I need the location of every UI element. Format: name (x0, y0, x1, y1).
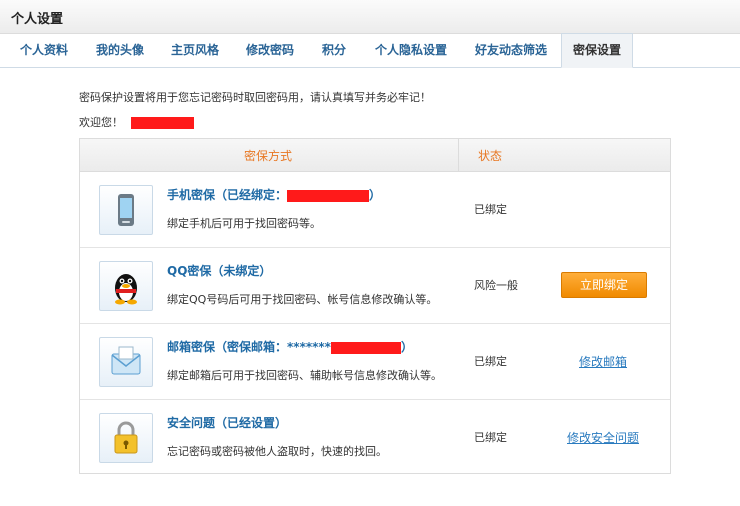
tab-privacy[interactable]: 个人隐私设置 (375, 34, 447, 67)
bind-now-button[interactable]: 立即绑定 (561, 272, 647, 298)
phone-title-prefix: 手机密保（已经绑定： (167, 188, 288, 202)
phone-desc: 绑定手机后可用于找回密码等。 (167, 217, 321, 230)
welcome-line: 欢迎您！ (79, 114, 194, 130)
email-title-suffix: ） (400, 340, 413, 354)
email-title-mask: ******* (287, 340, 331, 354)
redacted-username (130, 117, 194, 129)
tab-points[interactable]: 积分 (322, 34, 346, 67)
tab-change-password[interactable]: 修改密码 (246, 34, 294, 67)
email-title-prefix: 邮箱密保（密保邮箱： (167, 340, 288, 354)
header-method: 密保方式 (244, 149, 293, 163)
change-email-link[interactable]: 修改邮箱 (579, 353, 627, 370)
qq-title: QQ密保（未绑定） (167, 264, 272, 278)
redacted-phone (287, 189, 370, 202)
table-header: 密保方式 状态 (80, 139, 670, 172)
tab-security-settings[interactable]: 密保设置 (561, 33, 634, 68)
qq-status: 风险一般 (474, 279, 518, 292)
header-status: 状态 (478, 149, 503, 163)
qq-desc: 绑定QQ号码后可用于找回密码、帐号信息修改确认等。 (167, 293, 438, 306)
table-row-qq: QQ密保（未绑定） 绑定QQ号码后可用于找回密码、帐号信息修改确认等。 风险一般… (80, 248, 670, 324)
page-title: 个人设置 (11, 12, 64, 27)
tab-friend-feed-filter[interactable]: 好友动态筛选 (475, 34, 547, 67)
tab-bar: 个人资料 我的头像 主页风格 修改密码 积分 个人隐私设置 好友动态筛选 密保设… (0, 33, 740, 68)
title-bar: 个人设置 (0, 0, 740, 34)
change-security-question-link[interactable]: 修改安全问题 (567, 429, 639, 446)
qq-penguin-icon (99, 261, 153, 311)
phone-status: 已绑定 (474, 203, 507, 216)
header-divider (458, 139, 459, 171)
table-row-security-question: 安全问题（已经设置） 忘记密码或密码被他人盗取时，快速的找回。 已绑定 修改安全… (80, 400, 670, 475)
security-table: 密保方式 状态 手机密保（已经绑定： ） 绑定手机后可用于找回密码等。 已绑定 Q… (79, 138, 671, 474)
redacted-email (330, 341, 401, 354)
lock-icon (99, 413, 153, 463)
security-question-title: 安全问题（已经设置） (167, 416, 288, 430)
tab-homepage-style[interactable]: 主页风格 (171, 34, 219, 67)
tab-profile[interactable]: 个人资料 (20, 34, 68, 67)
intro-text: 密码保护设置将用于您忘记密码时取回密码用，请认真填写并务必牢记！ (79, 91, 431, 104)
tab-avatar[interactable]: 我的头像 (96, 34, 144, 67)
phone-title: 手机密保（已经绑定： ） (167, 186, 381, 203)
table-row-phone: 手机密保（已经绑定： ） 绑定手机后可用于找回密码等。 已绑定 (80, 172, 670, 248)
email-title: 邮箱密保（密保邮箱：******* ） (167, 338, 413, 355)
security-question-desc: 忘记密码或密码被他人盗取时，快速的找回。 (167, 445, 387, 458)
security-question-status: 已绑定 (474, 431, 507, 444)
welcome-text: 欢迎您！ (79, 116, 123, 129)
email-desc: 绑定邮箱后可用于找回密码、辅助帐号信息修改确认等。 (167, 369, 442, 382)
phone-icon (99, 185, 153, 235)
email-status: 已绑定 (474, 355, 507, 368)
phone-title-suffix: ） (369, 188, 382, 202)
mail-icon (99, 337, 153, 387)
table-row-email: 邮箱密保（密保邮箱：******* ） 绑定邮箱后可用于找回密码、辅助帐号信息修改… (80, 324, 670, 400)
